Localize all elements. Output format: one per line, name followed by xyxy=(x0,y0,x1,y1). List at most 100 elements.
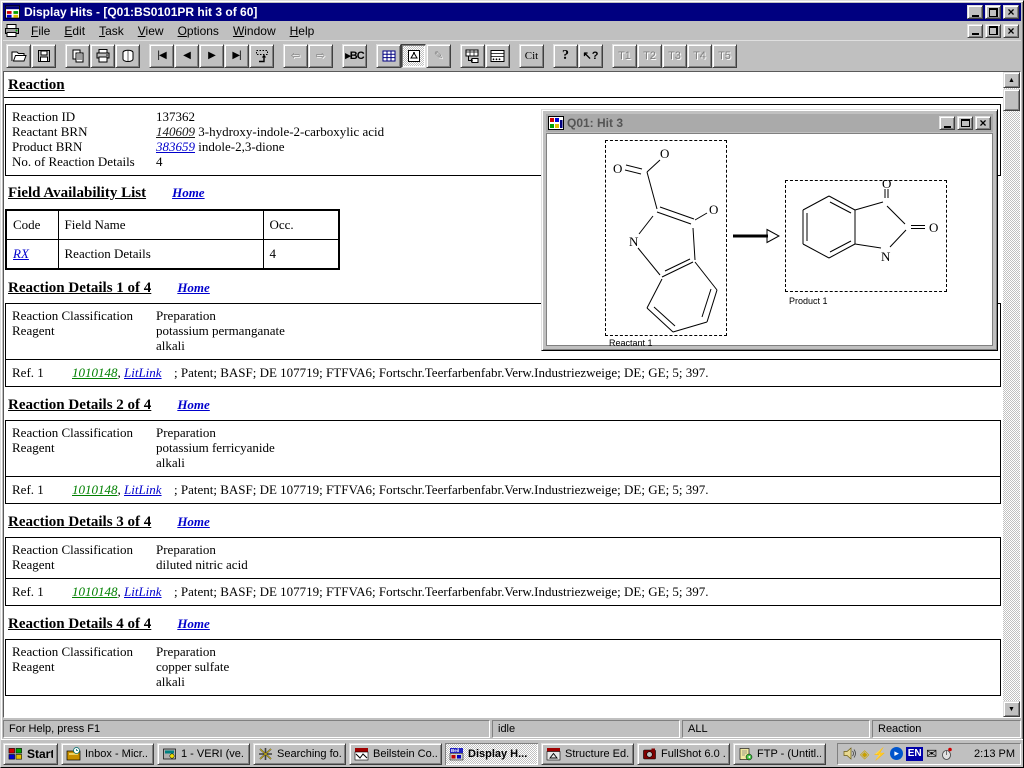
goto-record-button[interactable] xyxy=(249,44,274,68)
task-structure-editor[interactable]: Structure Ed... xyxy=(541,743,634,765)
t3-button[interactable]: T3 xyxy=(662,44,687,68)
home-link[interactable]: Home xyxy=(177,514,210,529)
draw-structure-button[interactable]: ✎ xyxy=(426,44,451,68)
capture-tray-icon[interactable] xyxy=(940,747,953,760)
status-help-text: For Help, press F1 xyxy=(3,720,490,738)
fullshot-icon xyxy=(642,747,657,761)
menu-file[interactable]: File xyxy=(24,22,57,40)
home-link[interactable]: Home xyxy=(177,616,210,631)
citation-id-link[interactable]: 1010148 xyxy=(72,365,118,380)
task-veri[interactable]: 1 - VERI (ve... xyxy=(157,743,250,765)
goto-record-icon xyxy=(254,48,270,64)
table-view-button[interactable] xyxy=(376,44,401,68)
vertical-scrollbar[interactable]: ▲ ▼ xyxy=(1003,72,1020,717)
prev-record-button[interactable]: ◀ xyxy=(174,44,199,68)
task-fullshot[interactable]: FullShot 6.0 ... xyxy=(637,743,730,765)
messenger-icon[interactable]: ⚡ xyxy=(872,747,887,761)
taskbar: Start Inbox - Micr... 1 - VERI (ve... Se… xyxy=(1,739,1023,767)
export-list-button[interactable] xyxy=(485,44,510,68)
atom-label: O xyxy=(929,220,938,235)
menu-task[interactable]: Task xyxy=(92,22,131,40)
restore-button[interactable] xyxy=(985,5,1001,19)
t5-button[interactable]: T5 xyxy=(712,44,737,68)
status-state: idle xyxy=(492,720,680,738)
realplayer-icon[interactable]: ▸ xyxy=(890,747,903,760)
scroll-up-button[interactable]: ▲ xyxy=(1003,72,1020,88)
home-link[interactable]: Home xyxy=(172,185,205,200)
menu-options[interactable]: Options xyxy=(171,22,226,40)
ref-separator: , xyxy=(118,365,121,380)
citation-id-link[interactable]: 1010148 xyxy=(72,482,118,497)
hit-close-button[interactable]: × xyxy=(975,116,991,130)
litlink-link[interactable]: LitLink xyxy=(124,365,162,380)
task-beilstein-commander[interactable]: Beilstein Co... xyxy=(349,743,442,765)
start-button[interactable]: Start xyxy=(3,743,58,765)
mail-icon[interactable]: ✉ xyxy=(926,746,937,762)
citation-id-link[interactable]: 1010148 xyxy=(72,584,118,599)
back-button[interactable]: ⇦ xyxy=(283,44,308,68)
menu-edit[interactable]: Edit xyxy=(57,22,92,40)
atom-label: N xyxy=(881,249,891,264)
field-label: Reactant BRN xyxy=(12,124,156,139)
display-structure-button[interactable] xyxy=(401,44,426,68)
export-list-icon xyxy=(489,48,506,64)
task-label: 1 - VERI (ve... xyxy=(181,748,245,760)
reactant-brn-link[interactable]: 140609 xyxy=(156,124,195,139)
heading-rule xyxy=(4,97,1003,98)
mdi-close-button[interactable]: × xyxy=(1003,24,1019,38)
bc-button[interactable]: ▸BC xyxy=(342,44,367,68)
product-brn-link[interactable]: 383659 xyxy=(156,139,195,154)
close-button[interactable]: × xyxy=(1003,5,1019,19)
menu-view[interactable]: View xyxy=(131,22,171,40)
home-link[interactable]: Home xyxy=(177,397,210,412)
citation-button[interactable]: Cit xyxy=(519,44,544,68)
context-help-button[interactable]: ↖? xyxy=(578,44,603,68)
litlink-link[interactable]: LitLink xyxy=(124,584,162,599)
menu-help[interactable]: Help xyxy=(283,22,322,40)
t2-button[interactable]: T2 xyxy=(637,44,662,68)
volume-icon[interactable] xyxy=(843,747,857,760)
mdi-minimize-button[interactable] xyxy=(967,24,983,38)
hit-window-titlebar[interactable]: Q01: Hit 3 × xyxy=(546,114,993,132)
hit-minimize-button[interactable] xyxy=(939,116,955,130)
copy-button[interactable] xyxy=(65,44,90,68)
home-link[interactable]: Home xyxy=(177,280,210,295)
scroll-down-button[interactable]: ▼ xyxy=(1003,701,1020,717)
scrollbar-thumb[interactable] xyxy=(1003,89,1020,111)
task-searching[interactable]: Searching fo... xyxy=(253,743,346,765)
litlink-link[interactable]: LitLink xyxy=(124,482,162,497)
organizer-icon[interactable]: ◈ xyxy=(860,747,869,761)
field-label: Product BRN xyxy=(12,139,156,154)
menu-window[interactable]: Window xyxy=(226,22,283,40)
last-record-button[interactable]: ▶| xyxy=(224,44,249,68)
task-inbox[interactable]: Inbox - Micr... xyxy=(61,743,154,765)
mdi-system-icon[interactable] xyxy=(4,23,20,38)
next-record-button[interactable]: ▶ xyxy=(199,44,224,68)
task-ftp[interactable]: FTP - (Untitl... xyxy=(733,743,826,765)
open-button[interactable] xyxy=(6,44,31,68)
clock[interactable]: 2:13 PM xyxy=(974,748,1015,760)
reaction-arrow xyxy=(732,226,780,246)
export-grid-button[interactable] xyxy=(460,44,485,68)
minimize-button[interactable] xyxy=(967,5,983,19)
classification-label: Reaction Classification xyxy=(12,308,156,323)
language-indicator[interactable]: EN xyxy=(906,747,923,761)
t1-button[interactable]: T1 xyxy=(612,44,637,68)
atom-label: O xyxy=(882,180,891,191)
mdi-restore-button[interactable] xyxy=(985,24,1001,38)
task-display-hits[interactable]: BeilDisplay H... xyxy=(445,743,538,765)
rx-link[interactable]: RX xyxy=(13,246,29,261)
print-button[interactable] xyxy=(90,44,115,68)
forward-button[interactable]: ⇨ xyxy=(308,44,333,68)
hit-maximize-button[interactable] xyxy=(957,116,973,130)
reagent-label: Reagent xyxy=(12,557,156,572)
database-icon xyxy=(120,48,136,64)
hit-window-icon xyxy=(548,116,564,130)
t4-button[interactable]: T4 xyxy=(687,44,712,68)
save-button[interactable] xyxy=(31,44,56,68)
reaction-heading: Reaction xyxy=(8,77,65,94)
first-record-button[interactable]: |◀ xyxy=(149,44,174,68)
database-button[interactable] xyxy=(115,44,140,68)
scrollbar-track[interactable] xyxy=(1003,88,1020,701)
help-button[interactable]: ? xyxy=(553,44,578,68)
